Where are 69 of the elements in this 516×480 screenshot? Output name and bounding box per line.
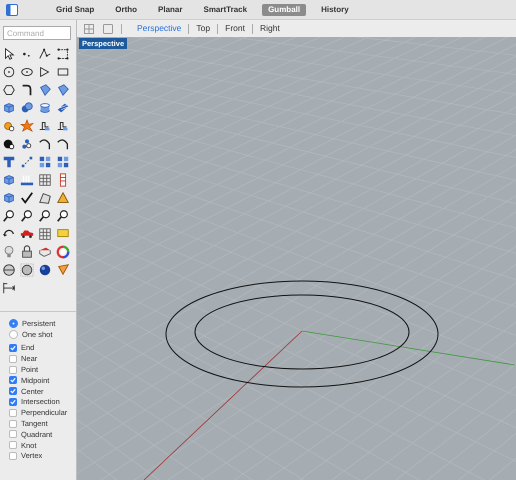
checkbox[interactable] [9,376,17,384]
circle-curve[interactable] [166,280,438,388]
toggle-button[interactable]: Ortho [109,4,144,16]
grid-sphere-icon[interactable] [20,263,34,277]
ellipse-icon[interactable] [20,65,34,79]
sphere-icon[interactable] [2,263,16,277]
checkbox[interactable] [9,354,17,363]
light-bulb-icon[interactable] [2,245,16,259]
zoom-icon[interactable] [20,209,34,223]
prism-icon[interactable] [38,191,52,205]
curve-icon[interactable] [38,137,52,151]
command-field[interactable]: Command [3,26,71,40]
surface-patch-icon[interactable] [38,83,52,97]
checkbox[interactable] [9,398,17,406]
shaded-sphere-icon[interactable] [38,263,52,277]
polygon-icon[interactable] [2,83,16,97]
radio-button[interactable] [9,330,18,339]
padlock-icon[interactable] [20,245,34,259]
text-icon[interactable] [2,155,16,169]
pointer-arrow-icon[interactable] [2,47,16,61]
solid-blob-icon[interactable] [2,137,16,151]
checkbox[interactable] [9,452,17,460]
box-icon[interactable] [2,191,16,205]
pyramid-icon[interactable] [56,191,70,205]
grid-icon[interactable] [38,173,52,187]
checkbox[interactable] [9,420,17,428]
grid-icon[interactable] [38,227,52,241]
toggle-button[interactable]: History [315,4,355,16]
check-mark-icon[interactable] [20,191,34,205]
viewport-tab[interactable]: Top [189,23,218,34]
color-wheel-icon[interactable] [56,245,70,259]
viewport-tab[interactable]: Right [252,23,287,34]
dimension-icon[interactable] [2,281,16,295]
viewport-tab[interactable]: Front [218,23,252,34]
curve-icon[interactable] [56,137,70,151]
tool-icon[interactable] [38,119,52,133]
viewport-tab[interactable]: Perspective [130,23,188,34]
polyline-icon[interactable] [38,47,52,61]
mesh-icon[interactable] [56,101,70,115]
checkbox[interactable] [9,441,17,450]
line-dots-icon[interactable] [20,155,34,169]
sidebar-toggle-icon[interactable] [6,4,18,16]
fillet-curve-icon[interactable] [20,83,34,97]
zoom-icon[interactable] [38,209,52,223]
block-grid-icon[interactable] [38,155,52,169]
cylinder-icon[interactable] [38,101,52,115]
tool-icon[interactable] [56,119,70,133]
box-icon[interactable] [2,101,16,115]
spheres-icon[interactable] [20,101,34,115]
checkbox[interactable] [9,408,17,417]
surface-patch-icon[interactable] [56,83,70,97]
checkbox[interactable] [9,366,17,374]
burst-icon[interactable] [20,119,34,133]
radio-button[interactable] [9,318,18,328]
zoom-icon[interactable] [2,209,16,223]
circle-curve[interactable] [194,294,410,370]
checkbox[interactable] [9,430,17,438]
circle-icon[interactable] [2,65,16,79]
dot-cluster-icon[interactable] [20,137,34,151]
toggle-button[interactable]: Planar [152,4,188,16]
checkbox[interactable] [9,344,17,352]
box-icon[interactable] [2,173,16,187]
toggle-button[interactable]: SmartTrack [197,4,254,16]
checkbox[interactable] [9,387,17,396]
bars-icon[interactable] [20,173,34,187]
toggle-button[interactable]: Grid Snap [50,4,100,16]
control-points-icon[interactable] [56,47,70,61]
block-grid-icon[interactable] [56,155,70,169]
zoom-icon[interactable] [56,209,70,223]
